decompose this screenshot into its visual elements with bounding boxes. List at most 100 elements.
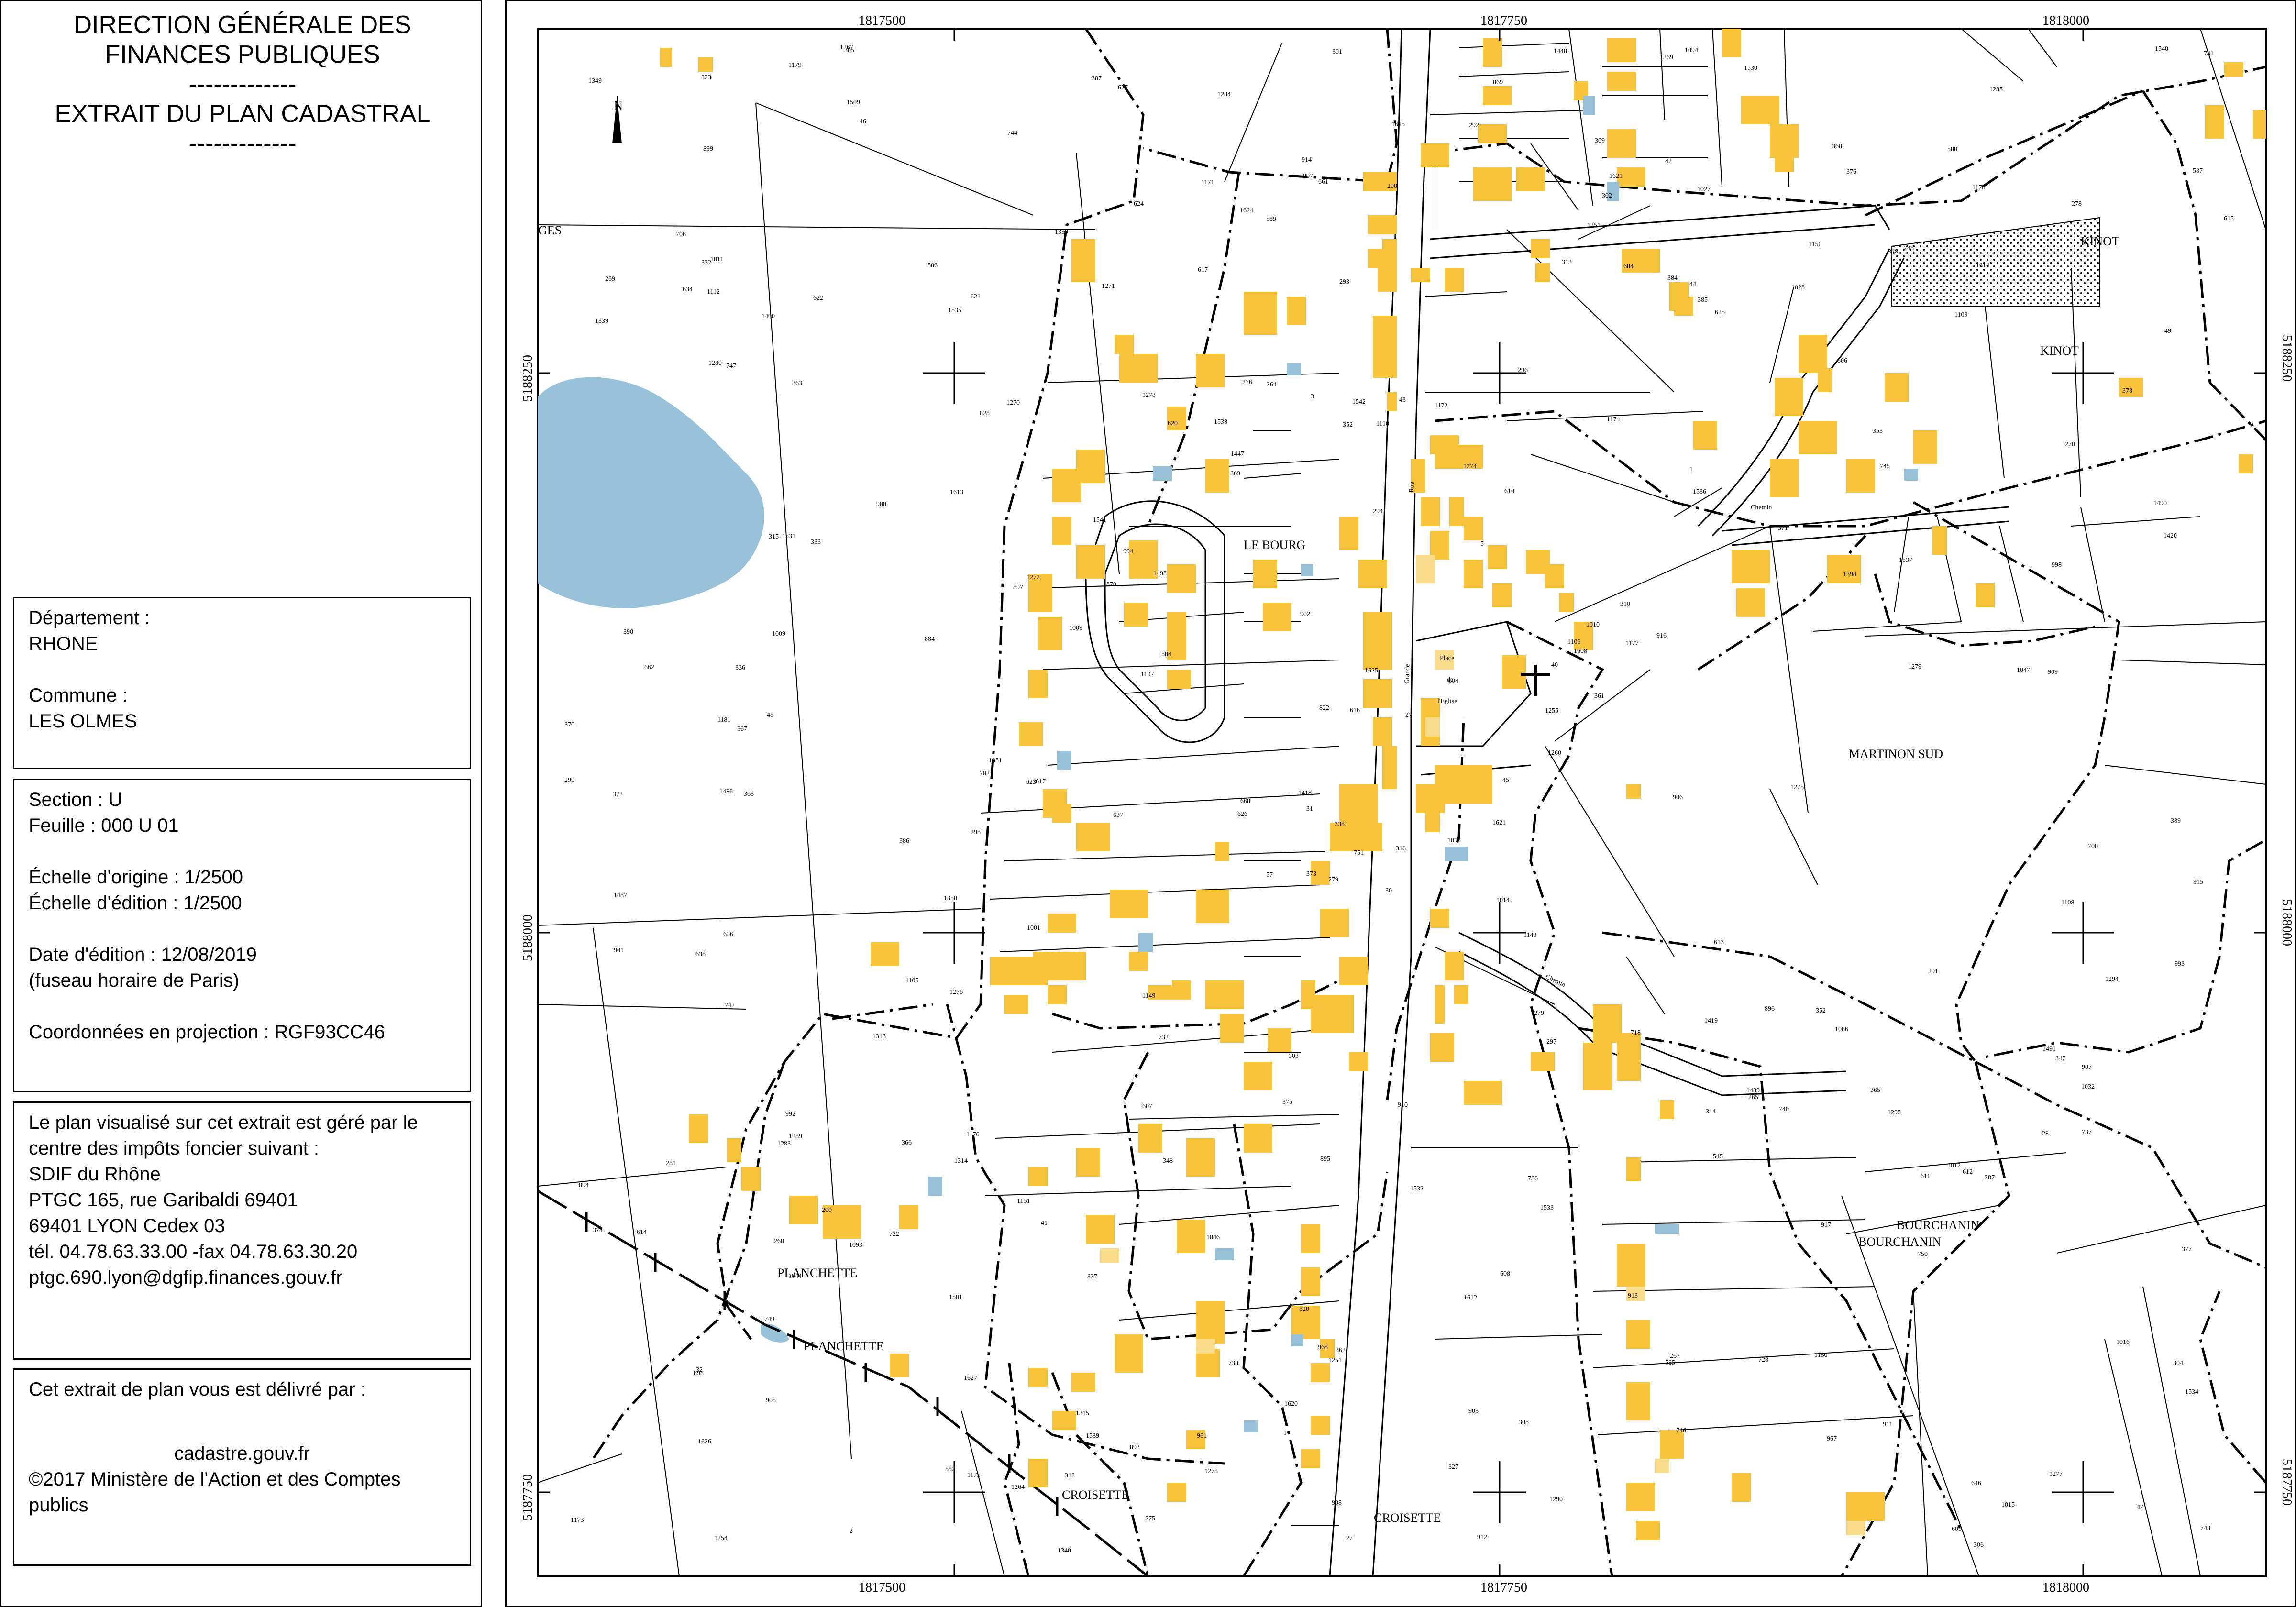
parcel-number: 293: [1339, 278, 1349, 286]
parcel-number: 30: [1385, 887, 1392, 894]
parcel-number: 620: [1168, 420, 1178, 427]
parcel-number: 915: [2193, 879, 2203, 886]
parcel-number: 44: [1689, 281, 1696, 288]
parcel-number: 610: [1504, 488, 1514, 495]
parcel-number: 362: [1336, 1347, 1346, 1354]
parcel-number: 742: [725, 1002, 735, 1009]
parcel-number: 1171: [1201, 179, 1214, 186]
parcel-number: 898: [694, 1370, 704, 1377]
parcel-number: 608: [1500, 1270, 1510, 1277]
parcel-number: 1176: [966, 1131, 979, 1138]
parcel-number: 1260: [1548, 749, 1561, 757]
parcel-number: 390: [623, 628, 633, 636]
parcel-number: 586: [927, 262, 938, 269]
parcel-number: 372: [613, 791, 623, 798]
parcel-number: 1535: [948, 307, 961, 314]
street-place: Place: [1440, 655, 1454, 662]
parcel-number: 370: [564, 721, 574, 728]
parcel-number: 299: [564, 777, 574, 784]
parcel-number: 374: [593, 1227, 603, 1234]
parcel-number: 605: [1952, 1526, 1962, 1533]
parcel-number: 913: [1628, 1292, 1638, 1299]
parcel-number: 347: [2055, 1055, 2065, 1062]
parcel-number: 822: [1319, 704, 1329, 712]
parcel-number: 292: [1469, 122, 1479, 129]
parcel-number: 893: [1130, 1444, 1140, 1451]
parcel-number: 1626: [698, 1438, 711, 1445]
water-features: [928, 96, 1918, 1432]
pond-small: [761, 1323, 789, 1343]
parcel-number: 353: [1873, 428, 1883, 435]
parcel-number: 1271: [1102, 283, 1115, 290]
parcel-number: 1615: [1391, 121, 1405, 128]
parcel-number: 389: [2171, 817, 2181, 825]
parcel-number: 1027: [1697, 186, 1711, 193]
parcel-number: 998: [2052, 561, 2062, 569]
parcel-number: 48: [767, 712, 773, 719]
parcel-number: 902: [1300, 611, 1310, 618]
parcel-number: 1178: [1972, 184, 1985, 191]
parcel-number: 1264: [1011, 1484, 1025, 1491]
parcel-number: 732: [1159, 1034, 1169, 1041]
parcel-number: 291: [1928, 968, 1938, 975]
parcel-number: 1273: [1142, 392, 1156, 399]
parcel-number: 40: [1551, 661, 1558, 669]
parcel-number: 323: [701, 74, 711, 81]
parcel-number: 275: [1145, 1515, 1155, 1522]
parcel-number: 737: [2082, 1129, 2092, 1136]
parcel-number: 1272: [1027, 574, 1040, 581]
parcel-number: 611: [1921, 1173, 1930, 1180]
streets: [1085, 29, 2009, 1576]
parcel-number: 1181: [718, 716, 730, 724]
parcel-number: 617: [1198, 266, 1208, 274]
parcel-number: 615: [2224, 215, 2234, 222]
parcel-number: 368: [1832, 143, 1842, 150]
parcel-number: 316: [1396, 845, 1406, 852]
parcel-number: 1313: [872, 1033, 886, 1040]
y-tick-right-2: 5188000: [2279, 899, 2294, 946]
parcel-number: 1179: [788, 62, 801, 69]
parcel-number: 338: [1335, 821, 1345, 828]
parcel-number: 46: [860, 118, 866, 125]
parcel-number: 702: [980, 770, 990, 777]
parcel-number: 1277: [2049, 1471, 2063, 1478]
parcel-number: 1283: [777, 1140, 791, 1147]
parcel-number: 363: [744, 791, 754, 798]
parcel-number: 1448: [1554, 48, 1567, 55]
parcel-number: 1540: [2155, 45, 2168, 53]
parcel-number: 914: [1302, 156, 1312, 164]
cadastral-map[interactable]: N 30313240414243444546474849571235200149…: [0, 0, 2296, 1607]
parcel-number: 1614: [1976, 262, 1989, 269]
parcel-number: 967: [1827, 1435, 1837, 1442]
parcel-number: 662: [644, 664, 654, 671]
street-chemin-2: Chemin: [1751, 504, 1772, 511]
parcel-number: 304: [2173, 1360, 2183, 1367]
street-eglise: l'Eglise: [1437, 698, 1457, 705]
parcel-number: 276: [1242, 379, 1252, 386]
parcel-number: 916: [1656, 632, 1667, 639]
parcel-number: 1046: [1206, 1234, 1220, 1241]
parcel-number: 1173: [571, 1517, 584, 1524]
parcel-number: 42: [1665, 158, 1672, 165]
parcel-number: 906: [1673, 794, 1683, 801]
parcel-number: 993: [2175, 960, 2185, 968]
parcel-number: 1398: [1843, 571, 1856, 578]
parcel-number: 899: [703, 145, 713, 153]
parcel-number: 1015: [2001, 1501, 2015, 1508]
parcel-number: 1399: [1055, 229, 1068, 236]
parcel-number: 387: [1092, 75, 1102, 82]
place-kinot-2: KINOT: [2040, 344, 2079, 358]
parcel-number: 909: [2048, 669, 2058, 676]
parcel-number: 588: [1947, 146, 1957, 153]
x-tick-top-2: 1817750: [1480, 13, 1527, 28]
parcel-number: 1624: [1240, 207, 1253, 214]
parcel-number: 585: [1665, 1359, 1675, 1366]
parcel-number: 917: [1821, 1222, 1831, 1229]
x-tick-bottom-1: 1817500: [859, 1580, 905, 1595]
parcel-number: 45: [1502, 777, 1509, 784]
parcel-number: 1419: [1704, 1017, 1718, 1024]
parcel-number: 336: [735, 664, 745, 671]
parcel-number: 373: [1306, 870, 1316, 878]
parcel-number: 1148: [1523, 932, 1536, 939]
parcel-number: 1295: [1888, 1109, 1901, 1116]
